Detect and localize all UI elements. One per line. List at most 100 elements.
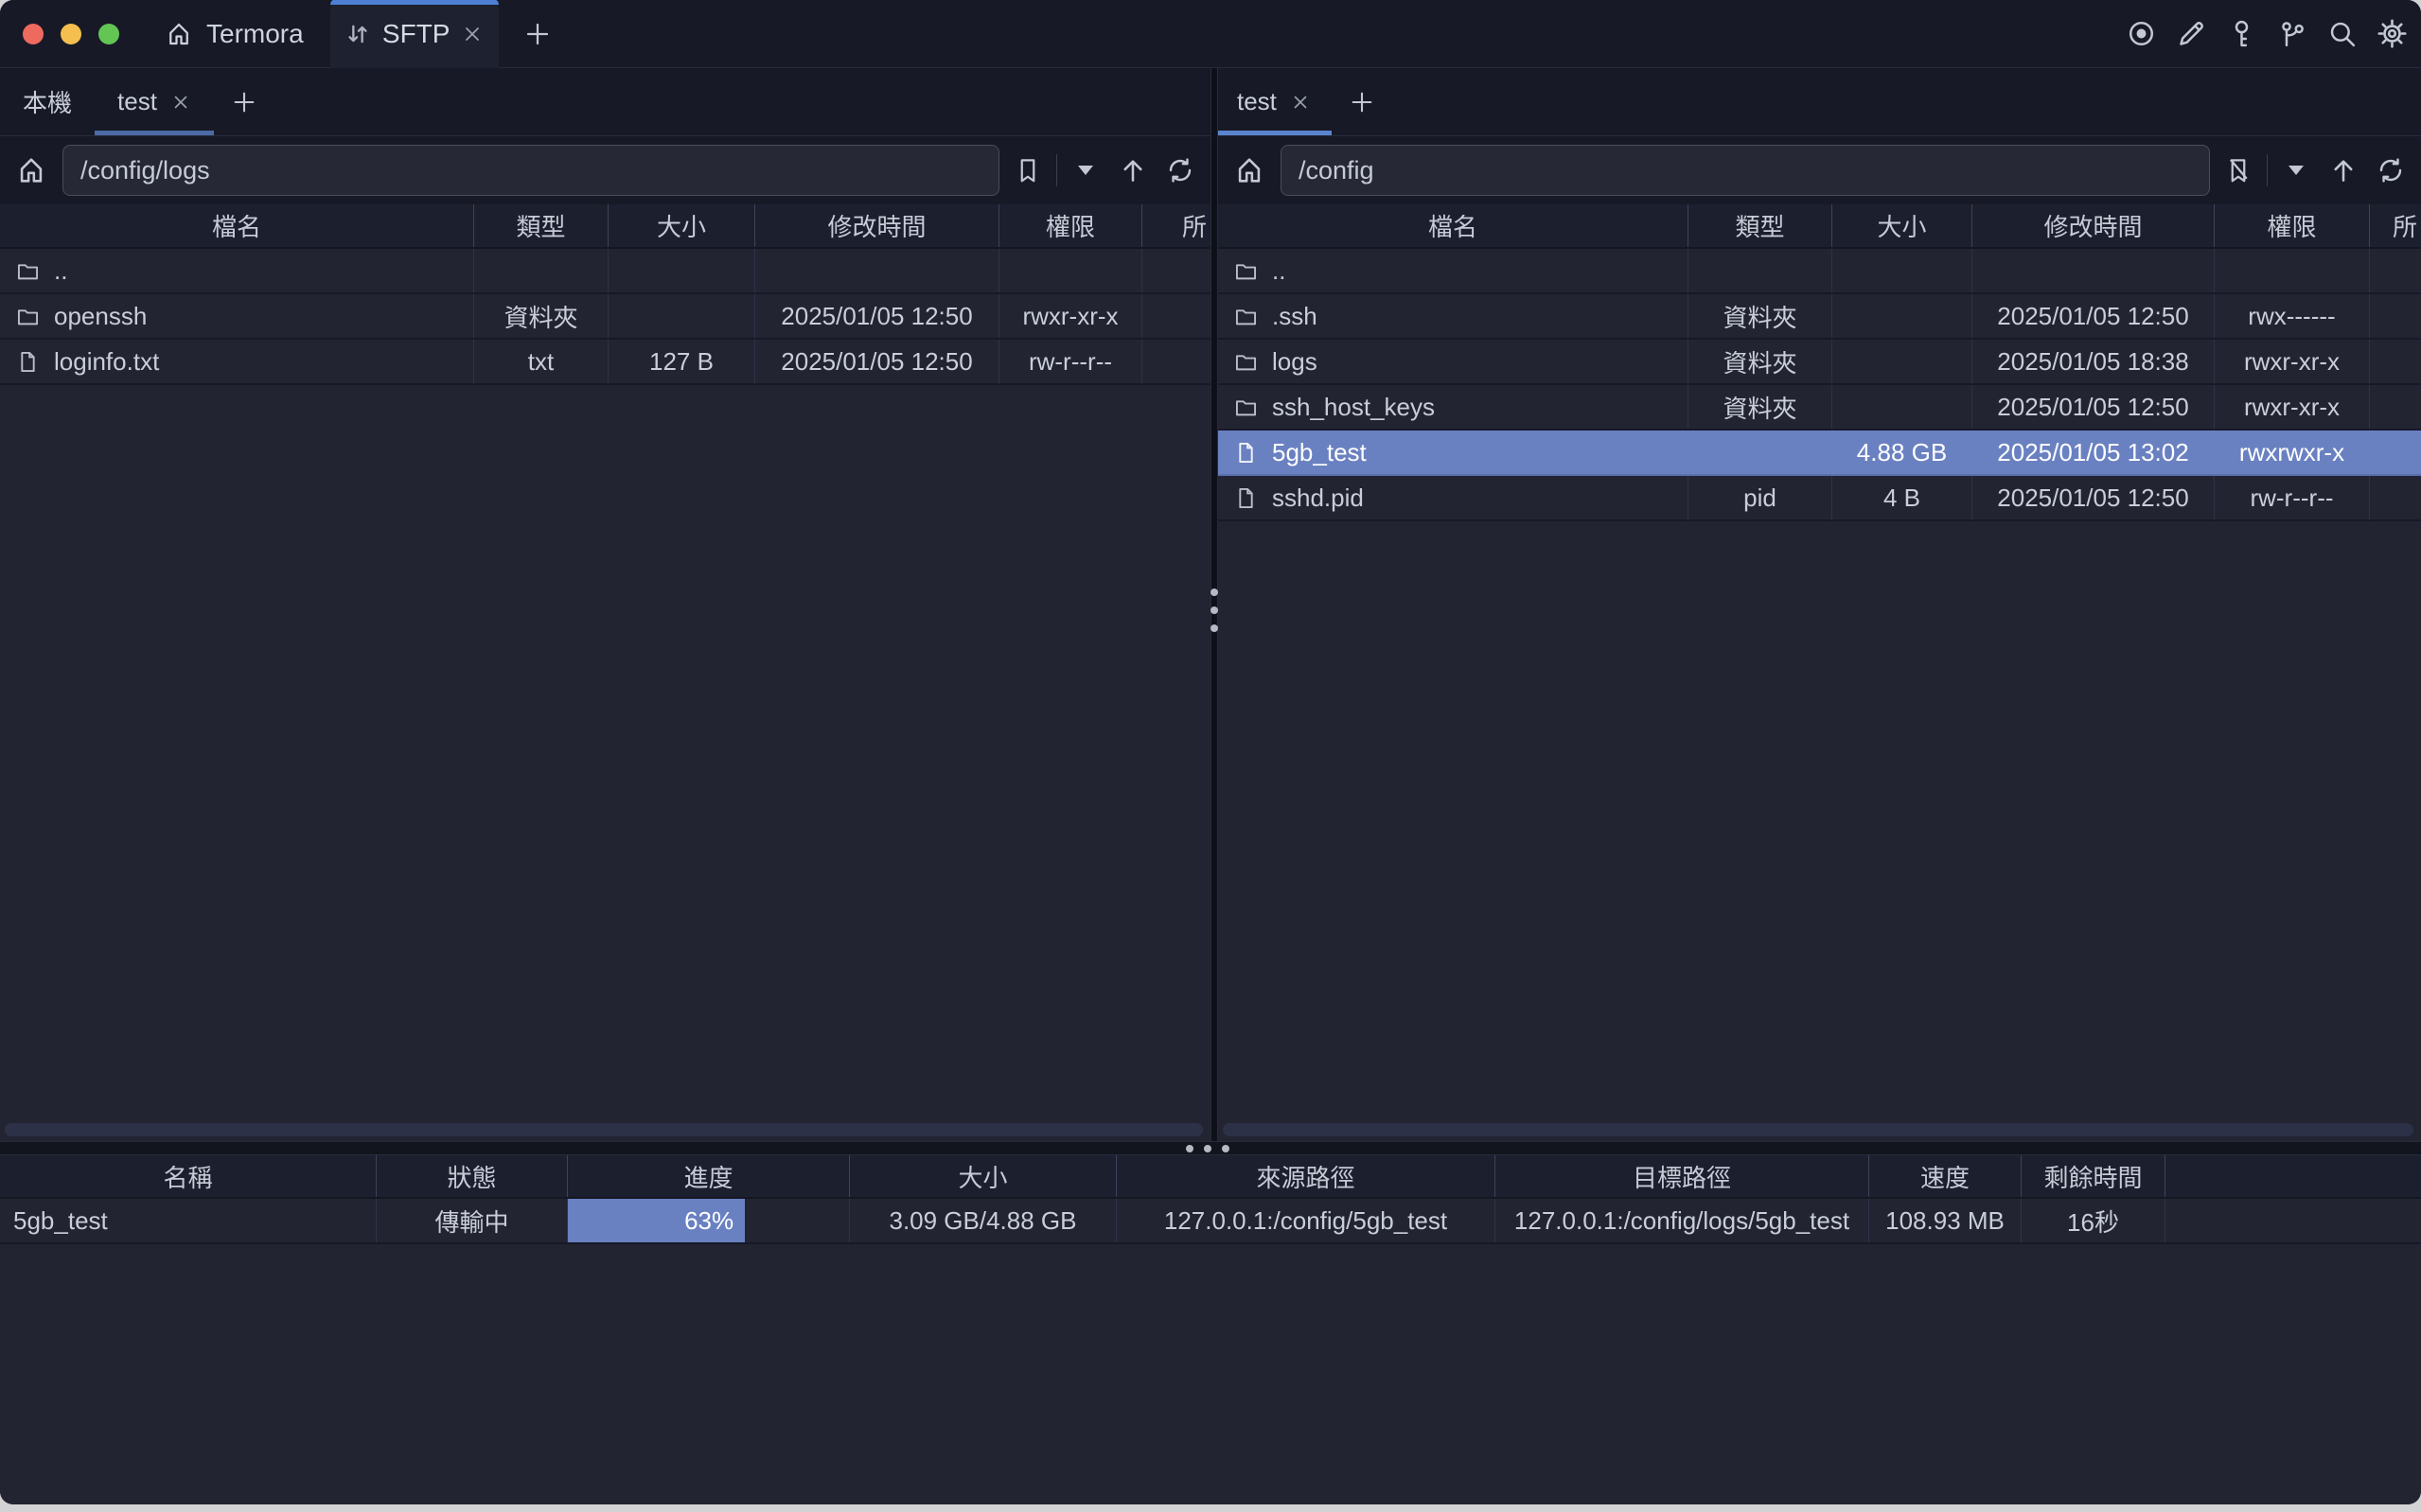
tab-session-test-left[interactable]: test (95, 68, 214, 135)
col-header-remaining[interactable]: 剩餘時間 (2022, 1155, 2165, 1197)
transfer-status: 傳輸中 (377, 1199, 568, 1242)
transfer-progress-cell: 63% (568, 1199, 850, 1242)
left-path-input[interactable] (62, 145, 999, 196)
right-file-table: 檔名 類型 大小 修改時間 權限 所 .. .ssh 資料 (1218, 204, 2421, 521)
tab-sftp[interactable]: SFTP (330, 0, 499, 68)
chevron-down-icon (2288, 166, 2304, 175)
zoom-window-button[interactable] (98, 24, 119, 44)
search-button[interactable] (2325, 18, 2358, 50)
close-tab-icon[interactable] (461, 23, 484, 45)
vertical-splitter[interactable] (1210, 68, 1218, 1141)
file-row-sshd-pid[interactable]: sshd.pid pid 4 B 2025/01/05 12:50 rw-r--… (1218, 476, 2421, 521)
close-window-button[interactable] (23, 24, 44, 44)
plus-icon (523, 20, 552, 48)
file-owner (2370, 249, 2421, 292)
horizontal-splitter[interactable] (0, 1141, 2421, 1155)
edit-button[interactable] (2175, 18, 2207, 50)
right-horizontal-scrollbar[interactable] (1223, 1123, 2413, 1136)
file-row-parent[interactable]: .. (1218, 249, 2421, 294)
sftp-tab-label: SFTP (382, 19, 451, 49)
folder-icon (1233, 304, 1259, 329)
file-size (1832, 385, 1972, 429)
file-row-5gb-test-selected[interactable]: 5gb_test 4.88 GB 2025/01/05 13:02 rwxrwx… (1218, 431, 2421, 476)
file-permissions: rwxr-xr-x (2215, 340, 2370, 383)
col-header-speed[interactable]: 速度 (1869, 1155, 2022, 1197)
col-header-progress[interactable]: 進度 (568, 1155, 850, 1197)
file-type: 資料夾 (1688, 294, 1832, 338)
tab-local-label: 本機 (23, 84, 72, 119)
transfer-source-path: 127.0.0.1:/config/5gb_test (1117, 1199, 1495, 1242)
col-header-name[interactable]: 名稱 (0, 1155, 377, 1197)
file-name: sshd.pid (1272, 483, 1364, 513)
right-new-session-button[interactable] (1332, 68, 1392, 135)
tab-home[interactable]: Termora (165, 19, 304, 49)
titlebar-actions (2125, 18, 2408, 50)
folder-icon (1233, 395, 1259, 420)
file-modified (1972, 249, 2215, 292)
right-pane-tabs: test (1218, 68, 2421, 136)
right-bookmark-menu-button[interactable] (2277, 151, 2315, 189)
keychain-button[interactable] (2275, 18, 2307, 50)
left-horizontal-scrollbar[interactable] (5, 1123, 1203, 1136)
file-name: .. (1272, 256, 1285, 286)
file-size: 4.88 GB (1832, 431, 1972, 474)
col-header-size[interactable]: 大小 (609, 204, 755, 247)
settings-button[interactable] (2376, 18, 2408, 50)
left-refresh-button[interactable] (1161, 151, 1199, 189)
left-pane-tabs: 本機 test (0, 68, 1210, 136)
record-button[interactable] (2125, 18, 2157, 50)
left-bookmark-button[interactable] (1009, 151, 1047, 189)
right-path-input[interactable] (1281, 145, 2210, 196)
left-up-dir-button[interactable] (1114, 151, 1152, 189)
file-row-loginfo[interactable]: loginfo.txt txt 127 B 2025/01/05 12:50 r… (0, 340, 1210, 385)
right-up-dir-button[interactable] (2324, 151, 2362, 189)
left-new-session-button[interactable] (214, 68, 274, 135)
col-header-type[interactable]: 類型 (1688, 204, 1832, 247)
col-header-type[interactable]: 類型 (474, 204, 609, 247)
file-modified: 2025/01/05 12:50 (755, 340, 999, 383)
titlebar: Termora SFTP (0, 0, 2421, 68)
arrow-up-icon (1118, 155, 1148, 185)
home-icon[interactable] (1233, 154, 1265, 186)
file-permissions: rwxr-xr-x (2215, 385, 2370, 429)
col-header-source-path[interactable]: 來源路徑 (1117, 1155, 1495, 1197)
tab-session-test-right[interactable]: test (1218, 68, 1332, 135)
file-row-ssh[interactable]: .ssh 資料夾 2025/01/05 12:50 rwx------ (1218, 294, 2421, 340)
file-row-openssh[interactable]: openssh 資料夾 2025/01/05 12:50 rwxr-xr-x (0, 294, 1210, 340)
transfer-arrows-icon (345, 21, 371, 47)
tab-local[interactable]: 本機 (0, 68, 95, 135)
file-row-ssh-host-keys[interactable]: ssh_host_keys 資料夾 2025/01/05 12:50 rwxr-… (1218, 385, 2421, 431)
file-permissions: rwx------ (2215, 294, 2370, 338)
file-row-logs[interactable]: logs 資料夾 2025/01/05 18:38 rwxr-xr-x (1218, 340, 2421, 385)
new-tab-button[interactable] (523, 20, 552, 48)
col-header-permissions[interactable]: 權限 (2215, 204, 2370, 247)
col-header-owner[interactable]: 所 (1142, 204, 1210, 247)
transfer-row-5gb-test[interactable]: 5gb_test 傳輸中 63% 3.09 GB/4.88 GB 127.0.0… (0, 1199, 2421, 1244)
key-manager-button[interactable] (2225, 18, 2257, 50)
col-header-target-path[interactable]: 目標路徑 (1495, 1155, 1869, 1197)
close-session-icon[interactable] (170, 92, 191, 113)
right-bookmark-button[interactable] (2219, 151, 2257, 189)
close-session-icon[interactable] (1290, 92, 1311, 113)
col-header-size[interactable]: 大小 (1832, 204, 1972, 247)
file-size: 4 B (1832, 476, 1972, 519)
left-bookmark-menu-button[interactable] (1067, 151, 1104, 189)
file-name: ssh_host_keys (1272, 393, 1435, 422)
file-row-parent[interactable]: .. (0, 249, 1210, 294)
col-header-name[interactable]: 檔名 (1218, 204, 1688, 247)
col-header-permissions[interactable]: 權限 (999, 204, 1142, 247)
folder-icon (1233, 258, 1259, 284)
file-modified: 2025/01/05 12:50 (1972, 385, 2215, 429)
col-header-modified[interactable]: 修改時間 (755, 204, 999, 247)
home-icon[interactable] (15, 154, 47, 186)
col-header-modified[interactable]: 修改時間 (1972, 204, 2215, 247)
file-icon (1233, 485, 1259, 511)
progress-bar-fill: 63% (568, 1199, 745, 1242)
right-refresh-button[interactable] (2372, 151, 2410, 189)
col-header-size[interactable]: 大小 (850, 1155, 1117, 1197)
col-header-name[interactable]: 檔名 (0, 204, 474, 247)
col-header-status[interactable]: 狀態 (377, 1155, 568, 1197)
transfer-target-path: 127.0.0.1:/config/logs/5gb_test (1495, 1199, 1869, 1242)
minimize-window-button[interactable] (61, 24, 81, 44)
col-header-owner[interactable]: 所 (2370, 204, 2421, 247)
